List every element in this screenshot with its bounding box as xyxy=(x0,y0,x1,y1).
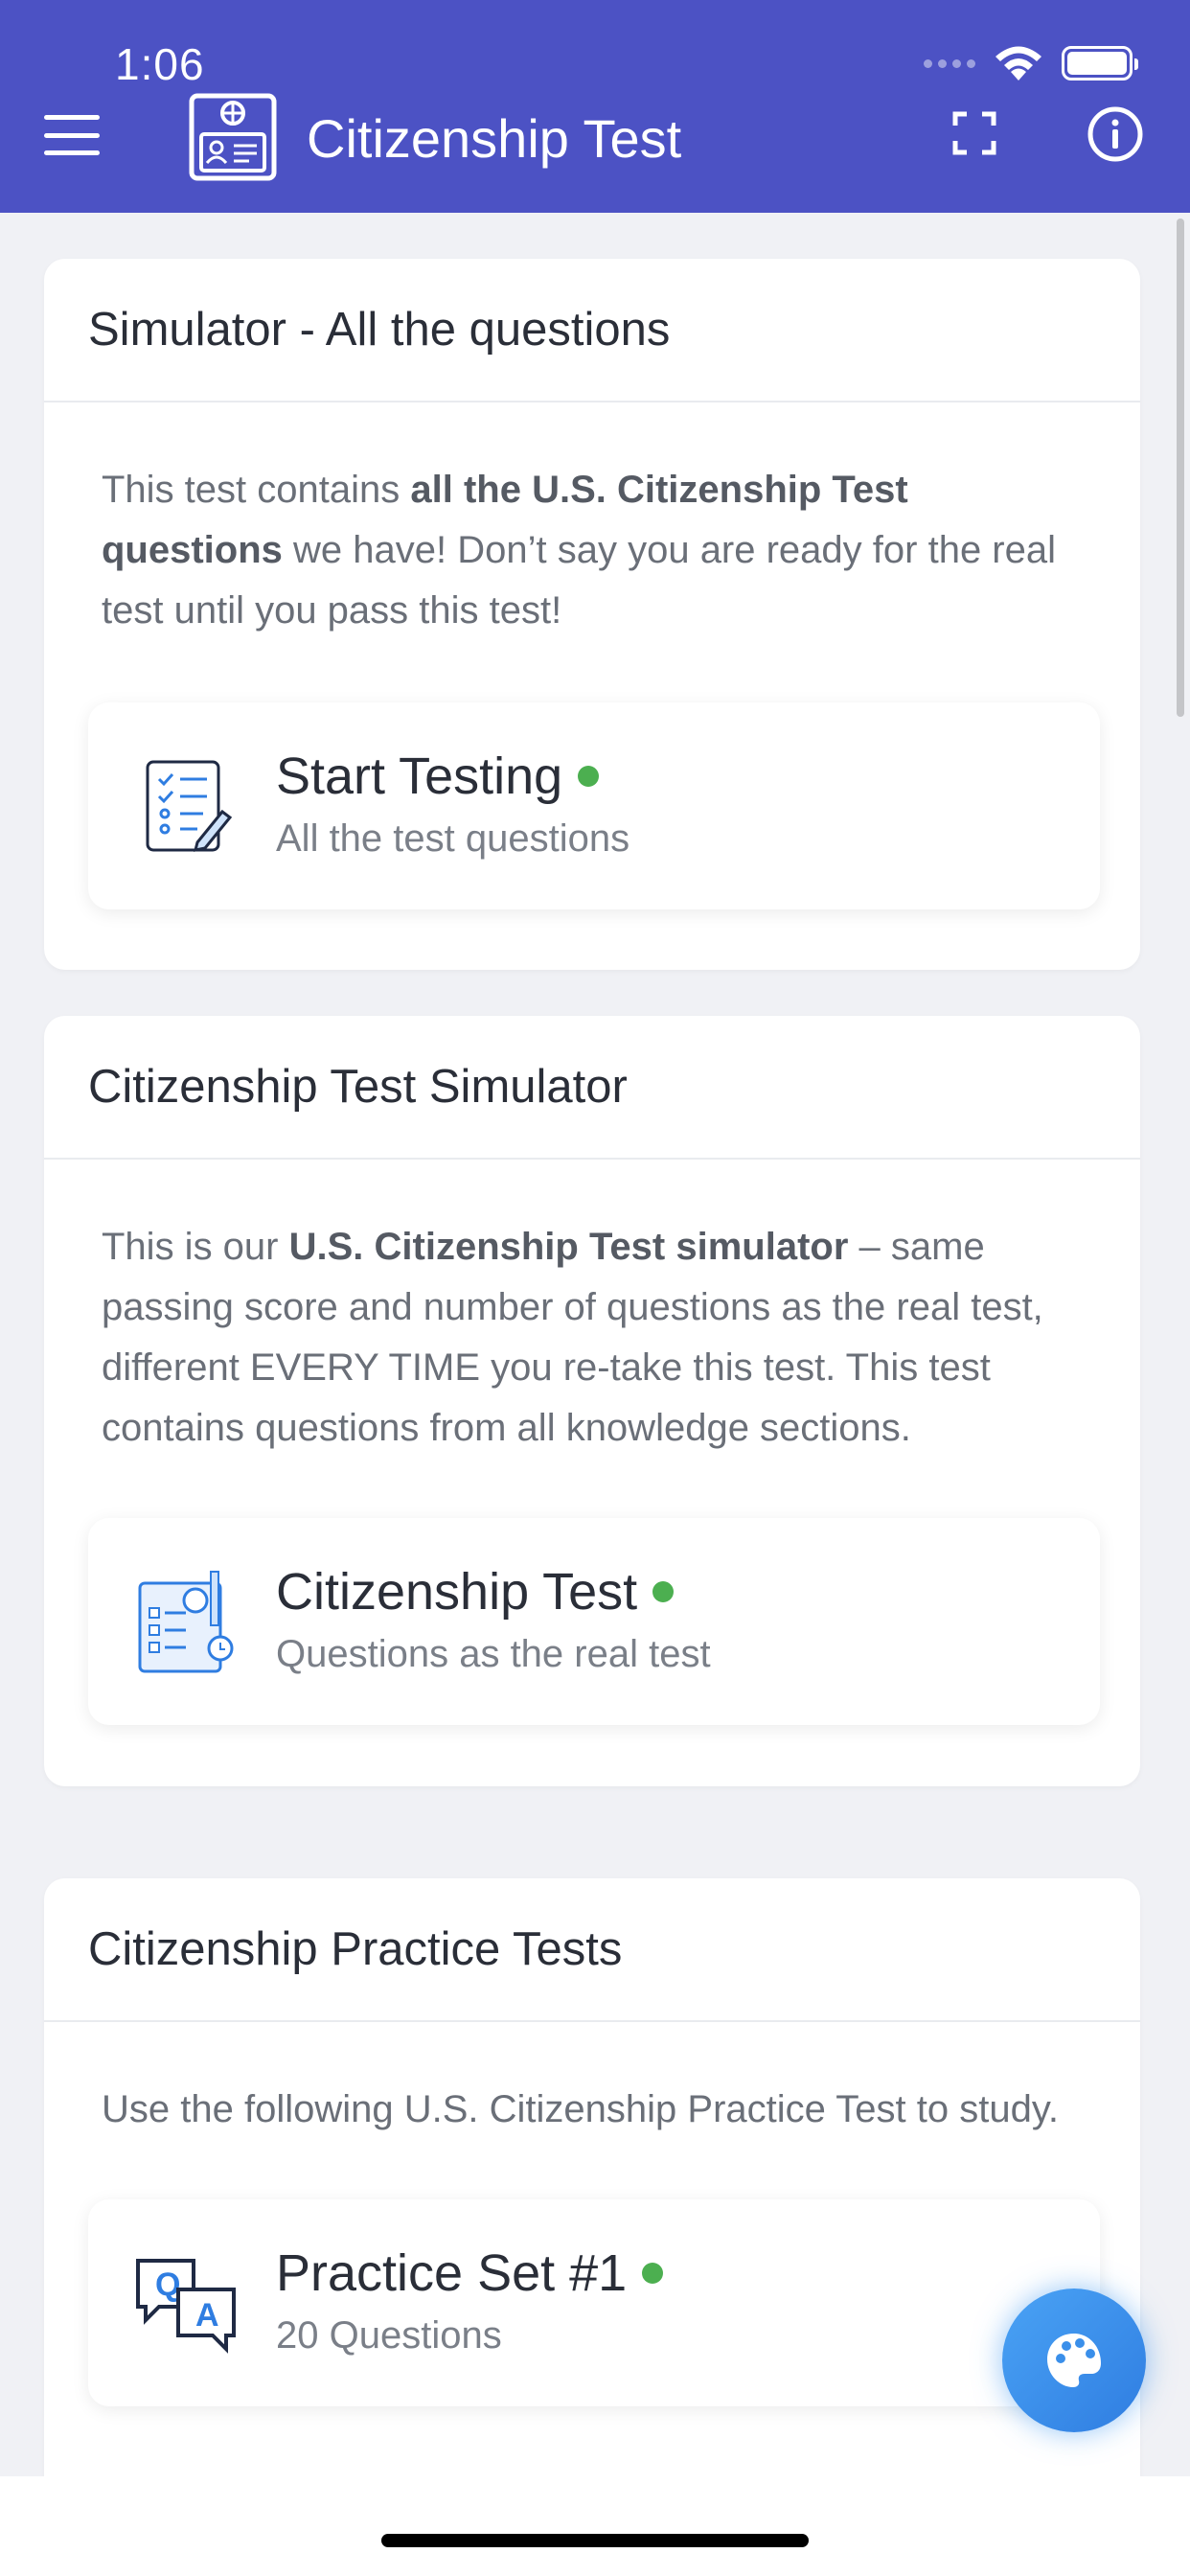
section-card-practice-tests: Citizenship Practice Tests Use the follo… xyxy=(44,1878,1140,2549)
status-time: 1:06 xyxy=(115,39,205,89)
palette-icon xyxy=(1047,2334,1101,2387)
checklist-icon xyxy=(146,760,233,852)
exam-sheet-icon xyxy=(138,1571,234,1673)
app-screen: 1:06 Citizenship Test Simulator - All th… xyxy=(0,0,1190,2576)
scrollbar[interactable] xyxy=(1177,218,1184,717)
start-testing-item[interactable]: Start Testing All the test questions xyxy=(88,702,1100,909)
battery-icon xyxy=(1062,46,1138,80)
practice-set-1-item[interactable]: Q A Practice Set #1 20 Questions xyxy=(88,2199,1100,2406)
section-description: This is our U.S. Citizenship Test simula… xyxy=(102,1226,1043,1449)
home-indicator[interactable] xyxy=(381,2534,809,2547)
section-title: Citizenship Test Simulator xyxy=(44,1016,1140,1160)
qa-icon: Q A xyxy=(136,2259,236,2354)
test-name: Practice Set #1 xyxy=(276,2244,628,2302)
cellular-signal-icon xyxy=(924,58,975,68)
section-description: This test contains all the U.S. Citizens… xyxy=(102,469,1056,632)
test-subtitle: All the test questions xyxy=(276,817,630,860)
bottom-safe-area xyxy=(0,2476,1190,2576)
test-name: Start Testing xyxy=(276,748,563,805)
section-title: Citizenship Practice Tests xyxy=(44,1878,1140,2022)
available-dot xyxy=(642,2263,664,2284)
app-header: 1:06 Citizenship Test xyxy=(0,0,1190,213)
app-logo-icon xyxy=(189,93,277,181)
section-card-all-questions: Simulator - All the questions This test … xyxy=(44,259,1140,970)
app-title: Citizenship Test xyxy=(307,108,682,169)
test-name: Citizenship Test xyxy=(276,1563,638,1621)
info-icon[interactable] xyxy=(1087,105,1144,163)
theme-palette-button[interactable] xyxy=(1002,2288,1146,2432)
section-description: Use the following U.S. Citizenship Pract… xyxy=(102,2088,1059,2130)
citizenship-test-item[interactable]: Citizenship Test Questions as the real t… xyxy=(88,1518,1100,1725)
available-dot xyxy=(652,1581,675,1602)
menu-icon[interactable] xyxy=(44,115,100,155)
svg-text:A: A xyxy=(195,2297,219,2334)
available-dot xyxy=(578,766,600,787)
test-subtitle: 20 Questions xyxy=(276,2314,502,2357)
section-card-simulator: Citizenship Test Simulator This is our U… xyxy=(44,1016,1140,1786)
section-title: Simulator - All the questions xyxy=(44,259,1140,402)
test-subtitle: Questions as the real test xyxy=(276,1633,711,1675)
fullscreen-icon[interactable] xyxy=(952,111,996,155)
status-icons xyxy=(924,44,1138,82)
wifi-icon xyxy=(995,46,1041,80)
